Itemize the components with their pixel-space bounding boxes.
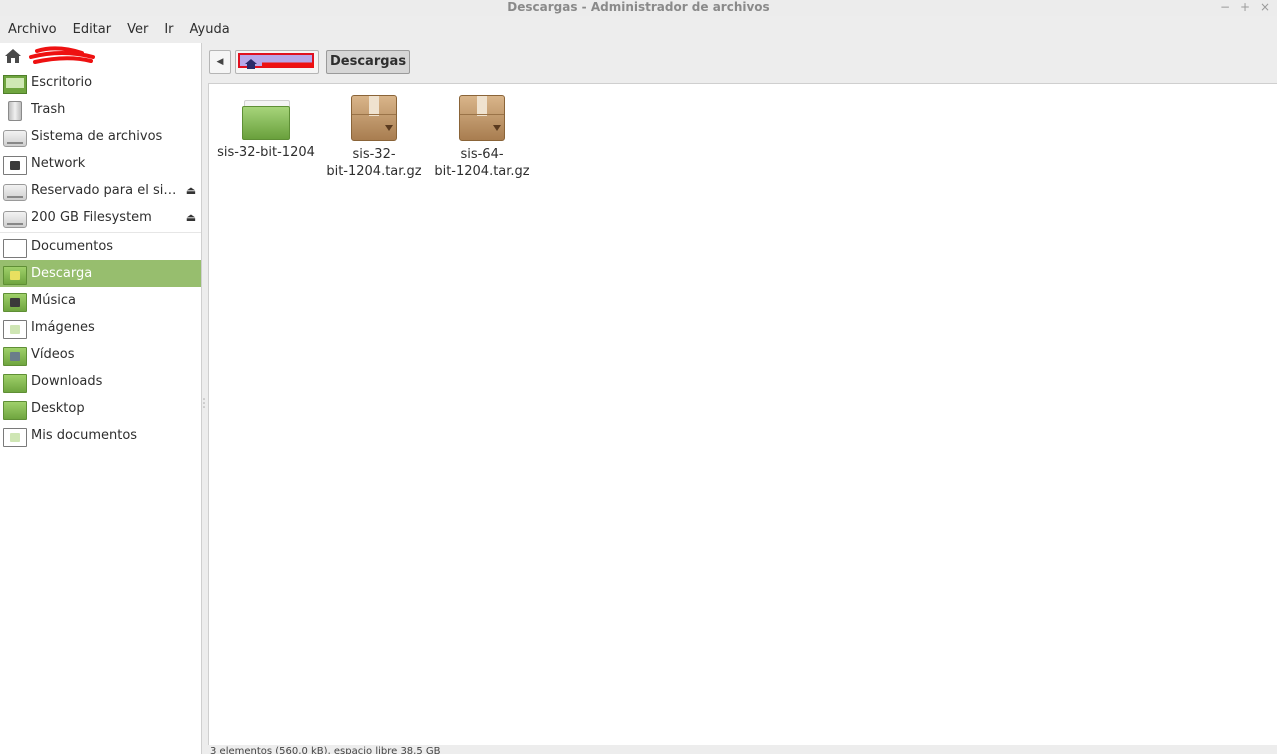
documents-folder-icon (2, 237, 27, 258)
sidebar-item-label: Mis documentos (31, 428, 138, 443)
network-folder-icon (2, 154, 27, 175)
sidebar-item-label: 200 GB Filesystem (31, 210, 152, 225)
maximize-button[interactable]: + (1239, 0, 1251, 16)
folder-icon (2, 372, 27, 393)
breadcrumb-home-redacted (238, 53, 314, 69)
path-bar: ◀ Descargas (203, 43, 1277, 81)
redaction-scribble (29, 46, 95, 64)
sidebar-item-label: Downloads (31, 374, 103, 389)
videos-folder-icon (2, 345, 27, 366)
sidebar-item-trash[interactable]: Trash (0, 96, 201, 123)
drive-icon (2, 208, 27, 228)
window-title: Descargas - Administrador de archivos (507, 0, 770, 14)
sidebar-item-label: Imágenes (31, 320, 95, 335)
file-item-archive[interactable]: sis-64- bit-1204.tar.gz (430, 94, 534, 180)
home-icon (4, 48, 22, 68)
menu-ver[interactable]: Ver (119, 18, 156, 42)
breadcrumb-home[interactable] (235, 50, 319, 74)
sidebar-item-label: Network (31, 156, 86, 171)
package-icon (459, 95, 505, 141)
pane-splitter-handle[interactable] (202, 396, 206, 410)
sidebar-item-mis-documentos[interactable]: Mis documentos (0, 422, 201, 449)
drive-icon (2, 127, 27, 147)
download-folder-icon (2, 264, 27, 285)
documents-folder-icon (2, 426, 27, 447)
breadcrumb-current[interactable]: Descargas (326, 50, 411, 74)
sidebar-item-200gb[interactable]: 200 GB Filesystem ⏏ (0, 204, 201, 231)
sidebar-item-filesystem[interactable]: Sistema de archivos (0, 123, 201, 150)
file-name-line1: sis-64- (460, 147, 504, 162)
trash-icon (2, 100, 26, 121)
sidebar-item-documentos[interactable]: Documentos (0, 233, 201, 260)
eject-icon[interactable]: ⏏ (181, 211, 201, 224)
status-text: 3 elementos (560,0 kB), espacio libre 38… (210, 746, 441, 754)
file-name: sis-32-bit-1204 (217, 145, 315, 160)
sidebar-item-musica[interactable]: Música (0, 287, 201, 314)
sidebar-item-reserved[interactable]: Reservado para el si… ⏏ (0, 177, 201, 204)
sidebar-item-label: Reservado para el si… (31, 183, 177, 198)
sidebar-item-label: Vídeos (31, 347, 75, 362)
sidebar-item-network[interactable]: Network (0, 150, 201, 177)
sidebar-item-label: Descarga (31, 266, 93, 281)
sidebar-item-label: Sistema de archivos (31, 129, 163, 144)
music-folder-icon (2, 291, 27, 312)
package-icon (351, 95, 397, 141)
sidebar-item-downloads[interactable]: Downloads (0, 368, 201, 395)
pictures-folder-icon (2, 318, 27, 339)
menu-ayuda[interactable]: Ayuda (182, 18, 238, 42)
menu-editar[interactable]: Editar (65, 18, 120, 42)
path-back-button[interactable]: ◀ (209, 50, 231, 74)
file-name-line2: bit-1204.tar.gz (326, 164, 422, 179)
sidebar-item-desktop[interactable]: Desktop (0, 395, 201, 422)
desktop-icon (2, 73, 27, 94)
file-item-archive[interactable]: sis-32- bit-1204.tar.gz (322, 94, 426, 180)
window-controls: − + × (1219, 0, 1271, 16)
sidebar-item-label: Desktop (31, 401, 85, 416)
sidebar-item-label: Escritorio (31, 75, 93, 90)
sidebar-item-label: Trash (31, 102, 66, 117)
sidebar: Escritorio Trash Sistema de archivos Net… (0, 43, 202, 754)
menu-bar: Archivo Editar Ver Ir Ayuda (0, 18, 238, 42)
drive-icon (2, 181, 27, 201)
redaction-scribble (262, 62, 314, 68)
close-button[interactable]: × (1259, 0, 1271, 16)
sidebar-item-imagenes[interactable]: Imágenes (0, 314, 201, 341)
sidebar-item-descarga[interactable]: Descarga (0, 260, 201, 287)
minimize-button[interactable]: − (1219, 0, 1231, 16)
file-name-line1: sis-32- (352, 147, 396, 162)
folder-icon (242, 98, 290, 140)
menu-archivo[interactable]: Archivo (0, 18, 65, 42)
sidebar-item-label: Documentos (31, 239, 114, 254)
sidebar-item-label: Música (31, 293, 76, 308)
sidebar-item-home[interactable] (0, 43, 201, 69)
eject-icon[interactable]: ⏏ (181, 184, 201, 197)
menu-ir[interactable]: Ir (156, 18, 181, 42)
sidebar-item-escritorio[interactable]: Escritorio (0, 69, 201, 96)
title-bar: Descargas - Administrador de archivos − … (0, 0, 1277, 16)
status-bar: 3 elementos (560,0 kB), espacio libre 38… (208, 745, 1277, 754)
file-item-folder[interactable]: sis-32-bit-1204 (214, 94, 318, 161)
sidebar-item-videos[interactable]: Vídeos (0, 341, 201, 368)
file-name-line2: bit-1204.tar.gz (434, 164, 530, 179)
folder-icon (2, 399, 27, 420)
file-view[interactable]: sis-32-bit-1204 sis-32- bit-1204.tar.gz … (208, 83, 1277, 746)
home-icon (245, 59, 257, 69)
